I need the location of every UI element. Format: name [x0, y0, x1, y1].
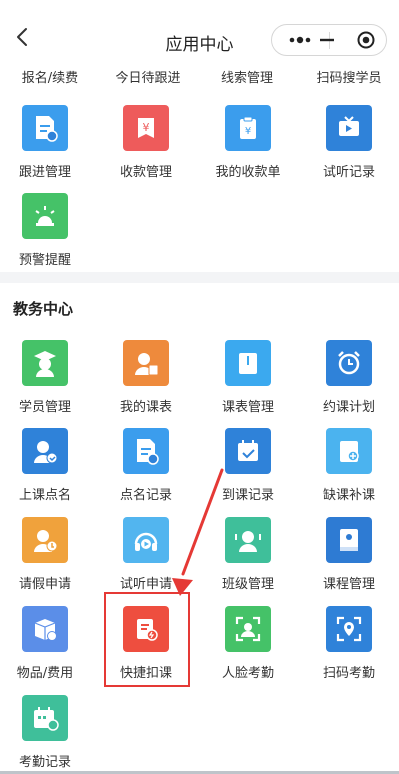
student-graduate-icon	[22, 340, 68, 386]
app-label: 试听申请	[119, 577, 172, 592]
attendance-calendar-icon	[225, 428, 271, 474]
app-label: 收款管理	[119, 165, 172, 180]
app-label: 点名记录	[119, 488, 172, 503]
makeup-book-icon	[326, 428, 372, 474]
nav-header: 应用中心	[0, 0, 399, 66]
app-label: 请假申请	[18, 577, 71, 592]
attendance-record-icon	[22, 695, 68, 741]
svg-text:¥: ¥	[245, 126, 251, 137]
alarm-light-icon	[22, 193, 68, 239]
goods-box-icon	[22, 606, 68, 652]
app-label: 上课点名	[18, 488, 71, 503]
class-group-icon	[225, 517, 271, 563]
app-label: 扫码考勤	[322, 666, 375, 681]
app-label: 课表管理	[221, 400, 274, 415]
svg-text:¥: ¥	[143, 121, 150, 134]
app-label: 预警提醒	[18, 253, 71, 268]
trial-video-icon	[326, 105, 372, 151]
app-label: 人脸考勤	[221, 666, 274, 681]
face-scan-icon	[225, 606, 271, 652]
section-title: 教务中心	[13, 300, 74, 318]
roll-call-icon	[22, 428, 68, 474]
app-label: 课程管理	[322, 577, 375, 592]
course-book-icon	[326, 517, 372, 563]
app-label: 物品/费用	[16, 666, 74, 681]
leave-request-icon	[22, 517, 68, 563]
app-label: 学员管理	[18, 400, 71, 415]
app-label[interactable]: 报名/续费	[0, 67, 100, 86]
app-label[interactable]: 今日待跟进	[98, 67, 198, 86]
mini-program-capsule	[271, 24, 387, 56]
payment-yuan-icon: ¥	[123, 105, 169, 151]
app-label: 缺课补课	[322, 488, 375, 503]
app-label: 我的收款单	[215, 165, 281, 180]
alarm-clock-icon	[326, 340, 372, 386]
trial-headphones-icon	[123, 517, 169, 563]
app-label: 班级管理	[221, 577, 274, 592]
app-label: 我的课表	[119, 400, 172, 415]
schedule-book-icon	[225, 340, 271, 386]
app-label: 跟进管理	[18, 165, 71, 180]
app-label: 试听记录	[322, 165, 375, 180]
app-label[interactable]: 线索管理	[197, 67, 297, 86]
receipt-clipboard-icon: ¥	[225, 105, 271, 151]
app-label: 到课记录	[221, 488, 274, 503]
app-label[interactable]: 扫码搜学员	[299, 67, 399, 86]
highlight-box	[104, 592, 190, 687]
minimize-icon[interactable]	[312, 25, 342, 55]
scan-location-icon	[326, 606, 372, 652]
follow-up-doc-icon	[22, 105, 68, 151]
my-schedule-icon	[123, 340, 169, 386]
app-label: 考勤记录	[18, 755, 71, 770]
roll-record-icon	[123, 428, 169, 474]
app-label: 约课计划	[322, 400, 375, 415]
